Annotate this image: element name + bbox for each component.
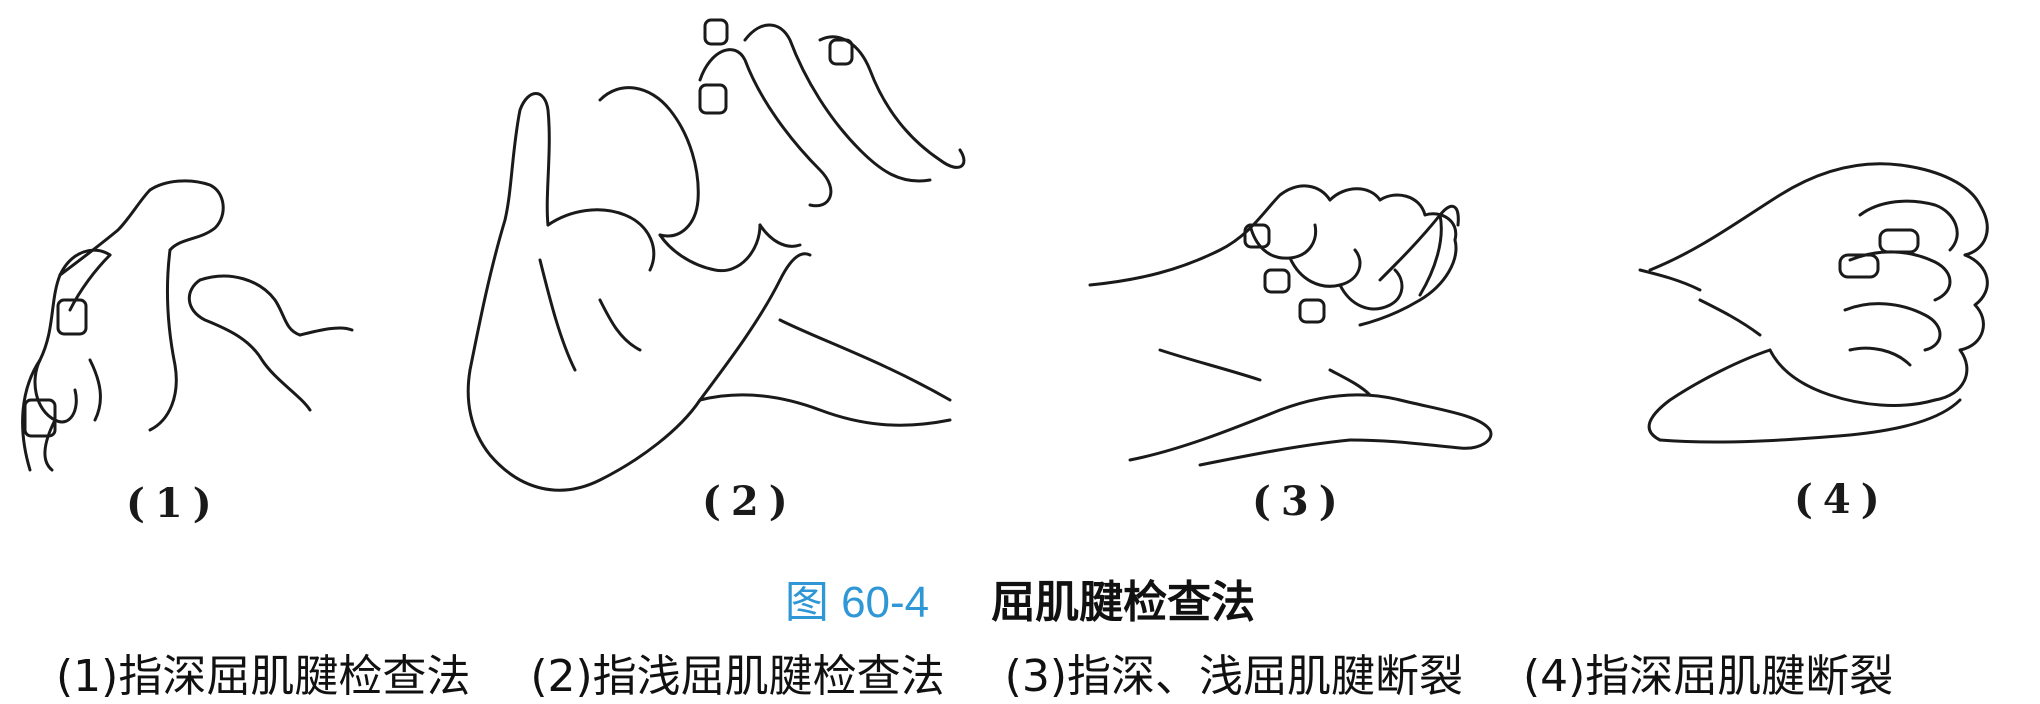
caption-row: (1)指深屈肌腱检查法 (2)指浅屈肌腱检查法 (3)指深、浅屈肌腱断裂 (4)…	[56, 640, 2016, 704]
panel-label-4: (4)	[1794, 476, 1890, 523]
figure-title-row: 图 60-4 屈肌腱检查法	[0, 566, 2040, 630]
figure-number: 图 60-4	[784, 578, 930, 627]
panel-label-1: (1)	[126, 480, 222, 527]
panel-label-2: (2)	[702, 478, 798, 525]
caption-2: (2)指浅屈肌腱检查法	[530, 651, 945, 702]
hand-illustration-2	[466, 18, 966, 492]
caption-3: (3)指深、浅屈肌腱断裂	[1004, 651, 1463, 702]
caption-1: (1)指深屈肌腱检查法	[56, 651, 471, 702]
figure-title: 屈肌腱检查法	[991, 577, 1256, 628]
panel-label-3: (3)	[1252, 478, 1348, 525]
caption-4: (4)指深屈肌腱断裂	[1522, 651, 1894, 702]
hand-illustration-3	[1088, 184, 1493, 467]
hand-illustration-1	[21, 179, 354, 472]
hand-illustration-4	[1638, 162, 1989, 444]
